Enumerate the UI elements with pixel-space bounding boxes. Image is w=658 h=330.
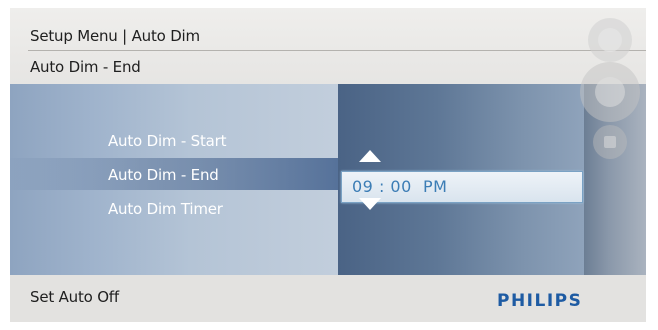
- current-setting-title: Auto Dim - End: [30, 58, 141, 76]
- page-title: Setup Menu | Auto Dim: [30, 27, 200, 45]
- down-arrow-icon[interactable]: [359, 198, 381, 210]
- menu-item-auto-dim-timer[interactable]: Auto Dim Timer: [108, 200, 223, 218]
- menu-item-auto-dim-start[interactable]: Auto Dim - Start: [108, 132, 227, 150]
- up-arrow-icon[interactable]: [359, 150, 381, 162]
- menu-item-auto-dim-end[interactable]: Auto Dim - End: [108, 166, 219, 184]
- header-bar: Setup Menu | Auto Dim Auto Dim - End: [10, 8, 646, 84]
- brand-logo: PHILIPS: [497, 291, 583, 311]
- menu-body: Auto Dim - Start Auto Dim - End Auto Dim…: [10, 84, 646, 275]
- footer-hint: Set Auto Off: [30, 288, 119, 306]
- header-divider: [28, 50, 646, 51]
- time-value: 09 : 00 PM: [352, 177, 448, 196]
- photo-frame-screen: Setup Menu | Auto Dim Auto Dim - End Aut…: [10, 8, 646, 322]
- footer-bar: Set Auto Off PHILIPS: [10, 275, 646, 322]
- control-buttons-icon: [580, 18, 640, 159]
